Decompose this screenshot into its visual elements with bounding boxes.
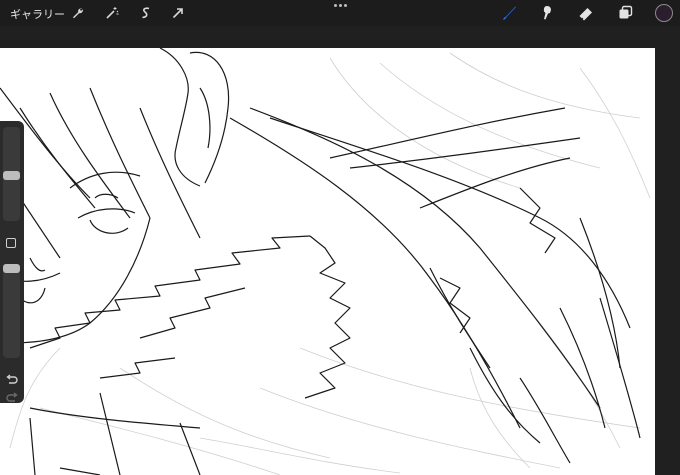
transform-arrow-icon[interactable] <box>170 5 186 21</box>
canvas-area <box>0 26 680 475</box>
brush-size-thumb[interactable] <box>3 171 20 181</box>
top-toolbar: ギャラリー <box>0 0 680 26</box>
undo-icon[interactable] <box>5 371 19 384</box>
opacity-thumb[interactable] <box>3 264 20 273</box>
opacity-slider[interactable] <box>3 264 20 358</box>
magic-wand-icon[interactable] <box>104 5 120 21</box>
layers-icon[interactable] <box>617 4 635 22</box>
modify-button[interactable] <box>6 238 16 248</box>
selection-icon[interactable] <box>138 5 154 21</box>
gallery-button[interactable]: ギャラリー <box>10 6 65 22</box>
smudge-icon[interactable] <box>538 4 556 22</box>
drawing-canvas[interactable] <box>0 48 655 475</box>
brush-size-slider[interactable] <box>3 127 20 221</box>
redo-icon[interactable] <box>5 389 19 402</box>
more-options-icon[interactable] <box>334 4 348 10</box>
wrench-icon[interactable] <box>70 5 86 21</box>
eraser-icon[interactable] <box>577 4 595 22</box>
color-picker-button[interactable] <box>655 4 673 22</box>
brush-icon[interactable] <box>500 4 518 22</box>
left-sidebar <box>0 121 24 403</box>
line-art-drawing <box>0 48 651 475</box>
